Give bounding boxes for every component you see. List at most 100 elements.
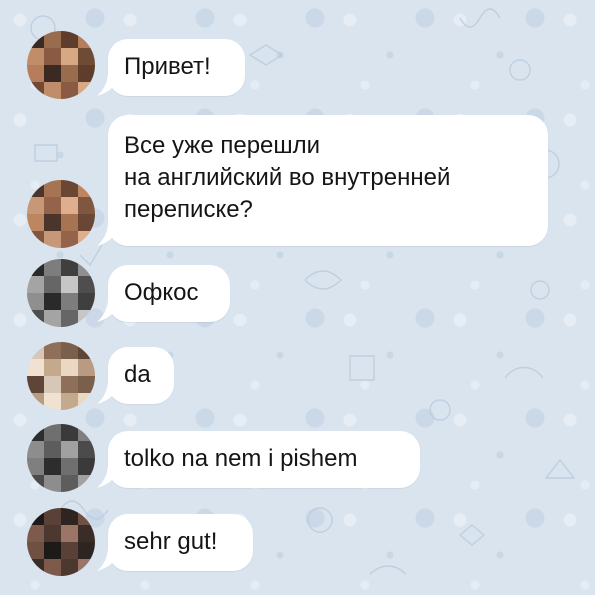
avatar-pixel <box>44 525 61 542</box>
avatar-pixel <box>78 525 95 542</box>
avatar-pixel <box>61 48 78 65</box>
avatar-pixel <box>44 559 61 576</box>
avatar-pixel <box>44 293 61 310</box>
message-line: Все уже перешли <box>124 132 321 159</box>
avatar-pixel <box>27 359 44 376</box>
avatar-pixel <box>78 458 95 475</box>
avatar-pixel <box>61 31 78 48</box>
avatar-pixel <box>44 276 61 293</box>
message-line: Офкос <box>124 279 199 306</box>
message-bubble: sehr gut! <box>97 514 253 571</box>
message-bubble: Привет! <box>97 39 245 96</box>
avatar-pixel <box>78 214 95 231</box>
avatar-pixel <box>27 180 44 197</box>
avatar-pixel <box>44 180 61 197</box>
avatar-pixel <box>61 393 78 410</box>
avatar-pixel <box>78 31 95 48</box>
avatar-pixel <box>61 231 78 248</box>
avatar-pixel <box>27 231 44 248</box>
avatar-pixel <box>27 197 44 214</box>
avatar[interactable] <box>27 342 95 410</box>
message-bubble: Все уже перешли на английский во внутренн… <box>97 115 548 246</box>
message-row: da <box>0 342 595 414</box>
avatar-pixel <box>78 310 95 327</box>
avatar-pixel <box>61 82 78 99</box>
avatar[interactable] <box>27 424 95 492</box>
avatar-pixel <box>78 276 95 293</box>
avatar-pixel <box>27 542 44 559</box>
bubble-tail-icon <box>97 549 119 571</box>
avatar-pixel <box>44 542 61 559</box>
avatar-pixel <box>78 441 95 458</box>
avatar-pixel <box>27 393 44 410</box>
avatar-pixel <box>27 65 44 82</box>
avatar-pixel <box>27 525 44 542</box>
avatar-pixel <box>27 475 44 492</box>
avatar-pixel <box>27 559 44 576</box>
avatar-pixel <box>61 475 78 492</box>
avatar-pixel <box>78 359 95 376</box>
avatar-pixel <box>27 310 44 327</box>
avatar-pixel <box>44 508 61 525</box>
avatar-pixel <box>27 48 44 65</box>
avatar-pixel <box>61 359 78 376</box>
avatar-pixel <box>44 214 61 231</box>
avatar-pixel <box>78 475 95 492</box>
avatar-pixel <box>27 441 44 458</box>
avatar[interactable] <box>27 31 95 99</box>
avatar-pixel <box>44 231 61 248</box>
avatar-pixel <box>27 31 44 48</box>
avatar-pixel <box>61 542 78 559</box>
message-row: Привет! <box>0 31 595 103</box>
message-text: tolko na nem i pishem <box>124 443 404 475</box>
message-row: Все уже перешли на английский во внутренн… <box>0 115 595 248</box>
avatar-pixel <box>44 342 61 359</box>
avatar-pixel <box>78 197 95 214</box>
avatar[interactable] <box>27 508 95 576</box>
avatar-pixel <box>61 525 78 542</box>
avatar-pixel <box>61 310 78 327</box>
avatar-pixel <box>44 259 61 276</box>
avatar-pixel <box>61 458 78 475</box>
avatar-pixel <box>78 542 95 559</box>
avatar-pixel <box>78 259 95 276</box>
avatar-pixel <box>27 293 44 310</box>
avatar-pixel <box>44 82 61 99</box>
avatar-pixel <box>44 31 61 48</box>
avatar-pixel <box>78 559 95 576</box>
avatar-pixel <box>44 441 61 458</box>
bubble-tail-icon <box>97 466 119 488</box>
avatar[interactable] <box>27 259 95 327</box>
bubble-tail-icon <box>97 74 119 96</box>
avatar-pixel <box>78 231 95 248</box>
message-bubble: Офкос <box>97 265 230 322</box>
message-text: Привет! <box>124 51 229 83</box>
avatar-pixel <box>44 197 61 214</box>
avatar-pixel <box>27 376 44 393</box>
bubble-tail-icon <box>97 300 119 322</box>
avatar-pixel <box>44 376 61 393</box>
message-text: sehr gut! <box>124 526 237 558</box>
avatar-pixel <box>27 508 44 525</box>
avatar-pixel <box>61 293 78 310</box>
avatar-pixel <box>44 475 61 492</box>
avatar-pixel <box>78 82 95 99</box>
avatar-pixel <box>44 393 61 410</box>
message-text: Все уже перешли на английский во внутренн… <box>124 130 532 226</box>
avatar[interactable] <box>27 180 95 248</box>
avatar-pixel <box>78 65 95 82</box>
avatar-pixel <box>61 441 78 458</box>
avatar-pixel <box>61 342 78 359</box>
message-row: sehr gut! <box>0 508 595 580</box>
avatar-pixel <box>27 259 44 276</box>
avatar-pixel <box>61 197 78 214</box>
message-line: sehr gut! <box>124 528 218 555</box>
message-text: Офкос <box>124 277 214 309</box>
avatar-pixel <box>61 259 78 276</box>
avatar-pixel <box>27 82 44 99</box>
message-row: tolko na nem i pishem <box>0 424 595 496</box>
avatar-pixel <box>61 424 78 441</box>
avatar-pixel <box>27 424 44 441</box>
avatar-pixel <box>78 48 95 65</box>
avatar-pixel <box>44 48 61 65</box>
